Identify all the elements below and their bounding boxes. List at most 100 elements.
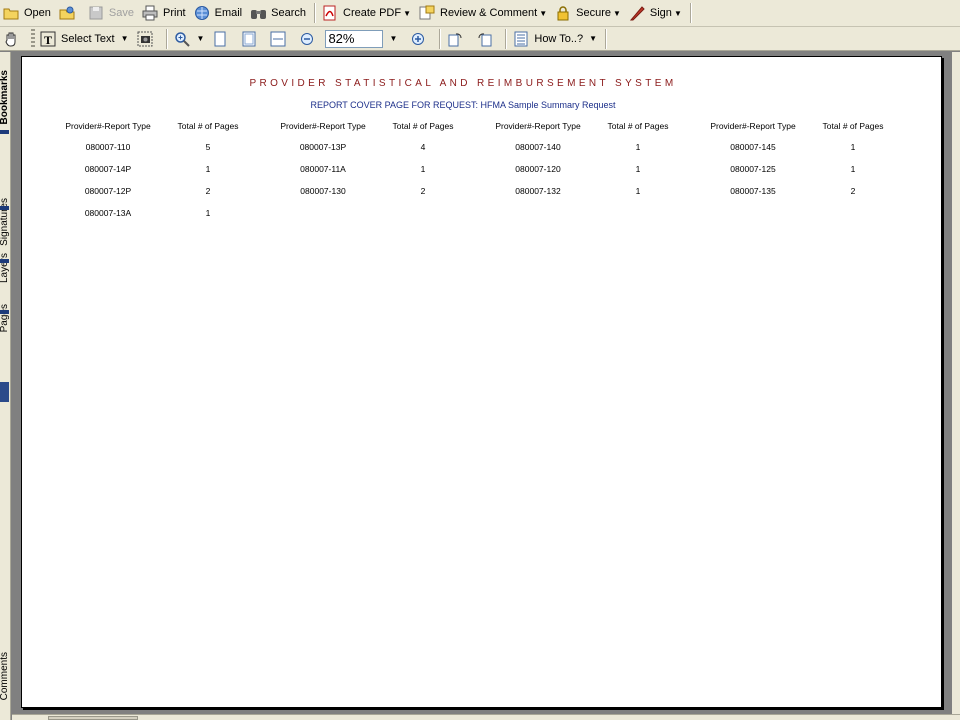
provider-cell: 080007-13A — [84, 208, 132, 218]
provider-cell: 080007-140 — [515, 142, 561, 152]
binoculars-icon — [251, 10, 267, 19]
table-row: 080007-130 2 — [273, 186, 473, 208]
vertical-scrollbar[interactable] — [952, 52, 960, 714]
how-to-label: How To..? — [534, 32, 584, 45]
tab-bookmarks-label: Bookmarks — [0, 70, 10, 125]
horizontal-scroll-thumb[interactable] — [48, 716, 138, 720]
search-label: Search — [271, 7, 306, 19]
zoom-level-input[interactable]: 82% — [325, 29, 384, 48]
provider-column-header: Provider#-Report Type — [65, 121, 151, 131]
select-text-button[interactable]: T Select Text ▼ — [37, 28, 132, 50]
pages-column-header: Total # of Pages — [177, 121, 239, 131]
toolbar-separator — [165, 28, 168, 49]
review-comment-button[interactable]: Review & Comment ▼ — [416, 2, 550, 24]
print-button[interactable]: Print — [139, 2, 189, 24]
how-to-button[interactable]: How To..? ▼ — [510, 28, 600, 50]
tab-marker — [0, 206, 9, 210]
open-button[interactable]: Open — [0, 2, 54, 24]
save-label: Save — [108, 7, 134, 19]
svg-text:T: T — [44, 33, 52, 47]
horizontal-scrollbar[interactable] — [12, 714, 960, 720]
toolbar-separator — [314, 3, 316, 23]
table-row: 080007-140 1 — [488, 142, 688, 164]
fit-width-button[interactable] — [267, 28, 294, 50]
pages-column-header: Total # of Pages — [607, 121, 669, 131]
table-row: 080007-145 1 — [703, 142, 903, 164]
pages-cell: 2 — [850, 186, 856, 196]
provider-column-header: Provider#-Report Type — [710, 121, 796, 131]
toolbar-separator — [505, 28, 508, 49]
pages-column-header: Total # of Pages — [822, 121, 884, 131]
review-comment-label: Review & Comment — [440, 7, 538, 19]
rotate-clockwise-button[interactable] — [444, 28, 471, 50]
document-viewport[interactable]: PROVIDER STATISTICAL AND REIMBURSEMENT S… — [12, 52, 952, 714]
toolbar-separator — [605, 28, 608, 49]
organizer-icon — [59, 6, 75, 20]
zoom-in-button[interactable] — [407, 28, 434, 50]
search-button[interactable]: Search — [247, 2, 309, 24]
hand-tool-button[interactable] — [0, 28, 27, 50]
page-actual-size-icon — [214, 31, 226, 46]
zoom-dropdown-chevron-icon[interactable]: ▼ — [389, 34, 397, 43]
pages-cell: 1 — [635, 186, 641, 196]
provider-column-header: Provider#-Report Type — [495, 121, 581, 131]
print-label: Print — [163, 7, 186, 19]
folder-open-icon — [3, 8, 19, 20]
pages-cell: 1 — [635, 142, 641, 152]
snapshot-button[interactable] — [134, 28, 161, 50]
email-button[interactable]: Email — [191, 2, 246, 24]
provider-cell: 080007-11A — [300, 164, 346, 174]
fit-page-button[interactable] — [238, 28, 265, 50]
lock-icon — [557, 6, 569, 21]
provider-group-2: Provider#-Report Type Total # of Pages 0… — [273, 121, 473, 208]
save-button[interactable]: Save — [85, 2, 137, 24]
provider-group-4: Provider#-Report Type Total # of Pages 0… — [703, 121, 903, 208]
provider-cell: 080007-120 — [515, 164, 561, 174]
column-header-row: Provider#-Report Type Total # of Pages — [273, 121, 473, 142]
page-fit-icon — [242, 31, 256, 46]
chevron-down-icon[interactable]: ▼ — [197, 34, 205, 43]
camera-icon — [137, 31, 153, 46]
column-header-row: Provider#-Report Type Total # of Pages — [703, 121, 903, 142]
pages-cell: 4 — [420, 142, 426, 152]
pages-cell: 1 — [205, 164, 211, 174]
column-header-row: Provider#-Report Type Total # of Pages — [488, 121, 688, 142]
email-globe-icon — [194, 6, 209, 20]
select-text-label: Select Text — [61, 32, 115, 45]
table-row: 080007-13P 4 — [273, 142, 473, 164]
table-row: 080007-110 5 — [58, 142, 258, 164]
chevron-down-icon[interactable]: ▼ — [403, 9, 411, 18]
pdf-page[interactable]: PROVIDER STATISTICAL AND REIMBURSEMENT S… — [21, 56, 942, 708]
pen-sign-icon — [629, 6, 645, 21]
provider-column-header: Provider#-Report Type — [280, 121, 366, 131]
provider-cell: 080007-110 — [85, 142, 131, 152]
tab-marker — [0, 259, 9, 263]
report-subtitle: REPORT COVER PAGE FOR REQUEST: HFMA Samp… — [310, 100, 616, 110]
tab-comments-label: Comments — [0, 652, 10, 701]
create-pdf-label: Create PDF — [343, 7, 402, 19]
rotate-counterclockwise-button[interactable] — [473, 28, 500, 50]
tab-marker — [0, 130, 9, 134]
report-title: PROVIDER STATISTICAL AND REIMBURSEMENT S… — [249, 78, 677, 89]
organizer-button[interactable] — [56, 2, 83, 24]
zoom-in-icon — [412, 32, 425, 45]
sign-button[interactable]: Sign ▼ — [626, 2, 685, 24]
secure-button[interactable]: Secure ▼ — [552, 2, 624, 24]
chevron-down-icon[interactable]: ▼ — [613, 9, 621, 18]
pages-cell: 5 — [205, 142, 211, 152]
table-row: 080007-12P 2 — [58, 186, 258, 208]
toolbar-separator — [689, 3, 692, 23]
tab-layers-label: Layers — [0, 253, 10, 284]
zoom-tool-button[interactable]: ▼ — [171, 28, 208, 50]
pdf-document-icon — [323, 5, 336, 21]
chevron-down-icon[interactable]: ▼ — [539, 9, 547, 18]
actual-size-button[interactable] — [209, 28, 236, 50]
provider-cell: 080007-13P — [299, 142, 347, 152]
chevron-down-icon[interactable]: ▼ — [589, 34, 597, 43]
chevron-down-icon[interactable]: ▼ — [121, 34, 129, 43]
zoom-out-button[interactable] — [296, 28, 323, 50]
chevron-down-icon[interactable]: ▼ — [674, 9, 682, 18]
create-pdf-button[interactable]: Create PDF ▼ — [319, 2, 414, 24]
toolbar-grip[interactable] — [31, 28, 35, 49]
how-to-list-icon — [514, 31, 528, 46]
